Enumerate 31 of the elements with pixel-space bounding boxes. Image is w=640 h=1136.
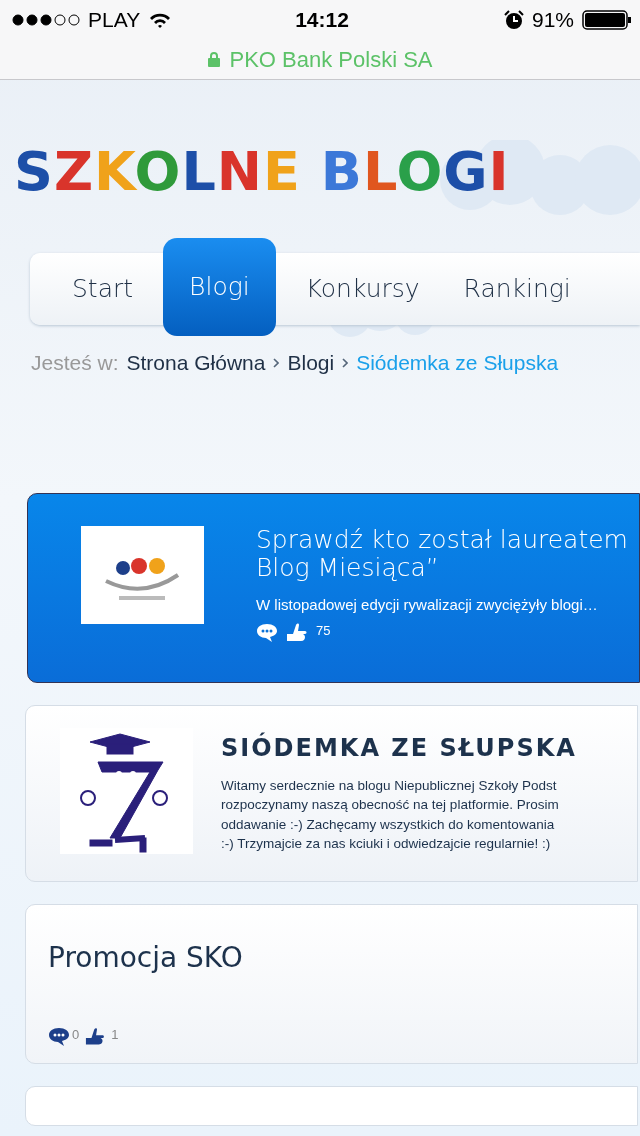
signal-icon [12, 14, 80, 26]
featured-excerpt: W listopadowej edycji rywalizacji zwyciężyły blogi… [256, 595, 599, 613]
nav-tab[interactable]: Rankingi [441, 252, 593, 325]
featured-card[interactable]: Sprawdź kto został laureatem Blog Miesiąca” W listopadowej edycji rywalizacji zwyciężyły blogi… 75 [27, 492, 640, 683]
lock-icon [207, 52, 220, 67]
featured-title[interactable]: Sprawdź kto został laureatem Blog Miesiąca” [256, 525, 628, 582]
wifi-icon [148, 11, 173, 29]
blog-title[interactable]: SIÓDEMKA ZE SŁUPSKA [221, 733, 577, 762]
blog-card[interactable] [25, 704, 638, 882]
chevron-icon [342, 357, 349, 368]
carrier-text: PLAY [88, 8, 141, 32]
battery-percent: 91% [531, 8, 574, 32]
like-count: 1 [111, 1026, 119, 1042]
nav-tab[interactable]: Start [50, 252, 156, 325]
breadcrumb-label: Jesteś w: [31, 350, 119, 375]
nav-tab[interactable]: Blogi [163, 237, 276, 336]
comment-count: 0 [72, 1026, 80, 1042]
like-count: 75 [316, 622, 331, 638]
breadcrumb-link[interactable]: Strona Główna [126, 350, 266, 375]
clock-text: 14:12 [295, 8, 349, 32]
site-logo[interactable]: SZKOLNE BLOGI [14, 140, 510, 205]
alarm-clock-icon [503, 10, 524, 30]
nav-tab[interactable]: Konkursy [283, 252, 442, 325]
chevron-icon [273, 357, 280, 368]
breadcrumb-link[interactable]: Blogi [287, 350, 335, 375]
post-title[interactable]: Promocja SKO [48, 940, 637, 974]
post-card[interactable]: Promocja SKO 0 1 [25, 903, 638, 1064]
comment-icon[interactable] [48, 1026, 70, 1047]
comment-icon[interactable] [256, 622, 278, 643]
battery-icon [582, 10, 632, 30]
blog-description: Witamy serdecznie na blogu Niepublicznej Szkoły Podst rozpoczynamy naszą obecność na tej platformie. Prosim oddawanie :-) Zachęcamy wszystkich do komentowania :-) Trzymajcie za nas kciuki i odwiedzajcie regularnie! :) [221, 776, 560, 854]
